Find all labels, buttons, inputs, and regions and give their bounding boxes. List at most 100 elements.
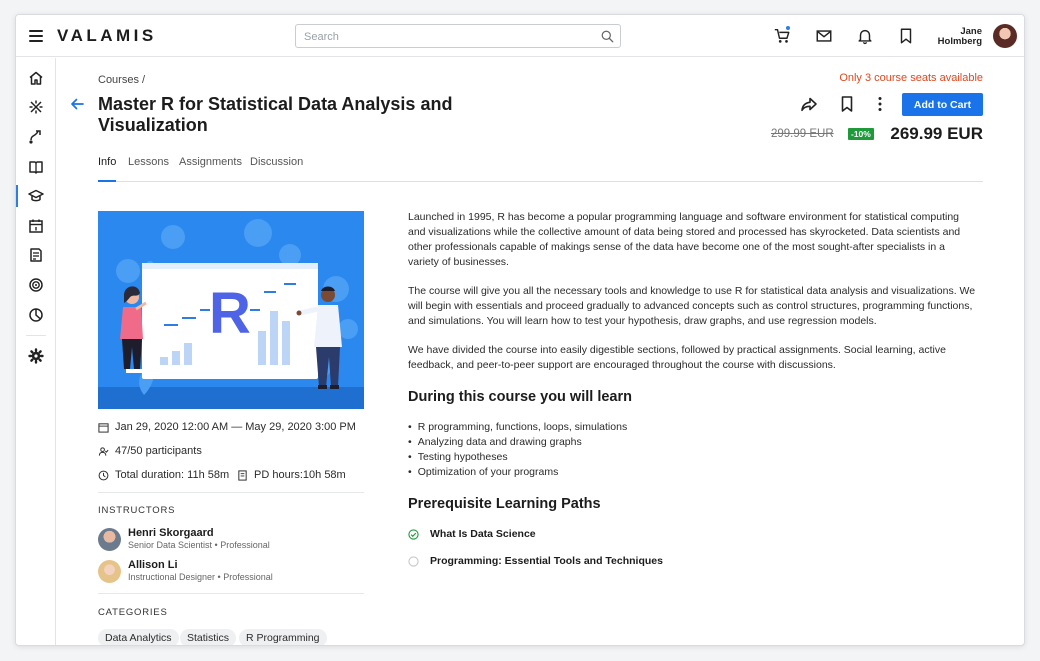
current-price: 269.99 EUR (890, 124, 983, 143)
instructor-avatar (98, 528, 121, 551)
discount-badge: -10% (848, 128, 874, 140)
main-content: Courses / Only 3 course seats available … (57, 58, 1024, 645)
menu-icon[interactable] (29, 30, 43, 42)
course-dates-text: Jan 29, 2020 12:00 AM — May 29, 2020 3:0… (115, 421, 356, 433)
checklist-icon (30, 248, 42, 262)
avatar[interactable] (993, 24, 1017, 48)
prerequisite-name: Programming: Essential Tools and Techniq… (430, 555, 663, 567)
sidebar-item-goals[interactable] (16, 274, 56, 296)
original-price: 299.99 EUR (771, 128, 834, 140)
tab-lessons[interactable]: Lessons (128, 156, 169, 182)
list-item: R programming, functions, loops, simulat… (408, 420, 628, 435)
description-paragraph: Launched in 1995, R has become a popular… (408, 211, 961, 268)
sidebar-item-library[interactable] (16, 156, 56, 178)
seats-notice: Only 3 course seats available (839, 72, 983, 84)
instructor-name: Henri Skorgaard (128, 527, 214, 539)
calendar-icon (29, 219, 43, 233)
bookmark-icon (900, 28, 912, 44)
sidebar-item-assignments[interactable] (16, 244, 56, 266)
search-input[interactable] (304, 29, 594, 44)
pd-hours-text: PD hours:10h 58m (254, 469, 346, 481)
sidebar-item-reports[interactable] (16, 304, 56, 326)
search-icon[interactable] (601, 30, 614, 43)
notifications-button[interactable] (856, 27, 874, 45)
saved-button[interactable] (897, 27, 915, 45)
description-paragraph: We have divided the course into easily d… (408, 344, 946, 371)
participants-text: 47/50 participants (115, 445, 202, 457)
share-icon[interactable] (800, 95, 818, 113)
prerequisite-path[interactable]: What Is Data Science (408, 527, 536, 541)
prerequisites-heading: Prerequisite Learning Paths (408, 496, 601, 512)
category-chip[interactable]: R Programming (239, 629, 327, 645)
gear-icon (28, 348, 44, 364)
learn-heading: During this course you will learn (408, 389, 632, 405)
book-icon (29, 161, 43, 174)
divider (98, 492, 364, 493)
bookmark-course-icon[interactable] (838, 95, 856, 113)
document-icon (238, 469, 247, 481)
empty-circle-icon (408, 555, 419, 567)
tab-discussion[interactable]: Discussion (250, 156, 303, 182)
sidebar-item-home[interactable] (16, 67, 56, 89)
search-box (295, 24, 621, 48)
check-circle-icon (408, 528, 419, 540)
page-title: Master R for Statistical Data Analysis a… (98, 94, 453, 135)
list-item: Optimization of your programs (408, 465, 627, 480)
total-duration: Total duration: 11h 58m (98, 469, 229, 481)
target-icon (29, 278, 43, 292)
instructor-avatar (98, 560, 121, 583)
add-to-cart-button[interactable]: Add to Cart (902, 93, 983, 116)
course-hero-image: R (98, 211, 364, 409)
instructors-label: INSTRUCTORS (98, 505, 176, 516)
instructor-role: Senior Data Scientist • Professional (128, 540, 270, 550)
mail-button[interactable] (815, 27, 833, 45)
pie-chart-icon (29, 308, 43, 322)
hero-letter: R (209, 281, 251, 346)
bell-icon (858, 29, 872, 45)
clock-icon (98, 470, 109, 480)
tab-assignments[interactable]: Assignments (179, 156, 242, 182)
learn-list: R programming, functions, loops, simulat… (408, 420, 628, 480)
course-dates: Jan 29, 2020 12:00 AM — May 29, 2020 3:0… (98, 421, 356, 433)
sidebar-item-courses[interactable] (16, 185, 56, 207)
sidebar-item-calendar[interactable] (16, 215, 56, 237)
categories-label: CATEGORIES (98, 607, 168, 618)
category-chip[interactable]: Data Analytics (98, 629, 179, 645)
sidebar-divider (26, 335, 46, 336)
pd-hours: PD hours:10h 58m (237, 469, 346, 481)
home-icon (29, 71, 43, 85)
category-chip[interactable]: Statistics (180, 629, 237, 645)
divider (98, 593, 364, 594)
instructor-card[interactable]: Henri Skorgaard Senior Data Scientist • … (98, 527, 364, 553)
total-duration-text: Total duration: 11h 58m (115, 469, 230, 481)
sidebar-item-network[interactable] (16, 96, 56, 118)
more-options-icon[interactable] (871, 95, 889, 113)
user-name[interactable]: Jane Holmberg (926, 27, 982, 47)
back-arrow-icon[interactable] (69, 96, 85, 112)
prerequisite-path[interactable]: Programming: Essential Tools and Techniq… (408, 554, 663, 568)
sidebar (16, 58, 56, 645)
network-icon (29, 100, 43, 114)
course-illustration: R (98, 211, 364, 409)
course-tabs: Info Lessons Assignments Discussion (98, 156, 983, 182)
sidebar-item-settings[interactable] (16, 345, 56, 367)
list-item: Testing hypotheses (408, 450, 627, 465)
description-paragraph: The course will give you all the necessa… (408, 285, 976, 327)
mail-icon (816, 30, 832, 42)
cart-button[interactable] (773, 25, 791, 45)
breadcrumb[interactable]: Courses / (98, 74, 145, 86)
graduation-cap-icon (28, 189, 44, 202)
participants: 47/50 participants (98, 445, 202, 457)
user-last-name: Holmberg (937, 36, 982, 47)
top-bar: VALAMIS Jane Holmberg (16, 15, 1024, 57)
instructor-role: Instructional Designer • Professional (128, 572, 273, 582)
learning-path-icon (29, 130, 41, 144)
app-window: VALAMIS Jane Holmberg (15, 14, 1025, 646)
tab-info[interactable]: Info (98, 156, 117, 182)
instructor-card[interactable]: Allison Li Instructional Designer • Prof… (98, 559, 364, 585)
prerequisite-name: What Is Data Science (430, 528, 536, 540)
calendar-icon (98, 422, 109, 433)
sidebar-item-learning-paths[interactable] (16, 126, 56, 148)
cart-notification-dot (785, 25, 791, 31)
list-item: Analyzing data and drawing graphs (408, 435, 627, 450)
